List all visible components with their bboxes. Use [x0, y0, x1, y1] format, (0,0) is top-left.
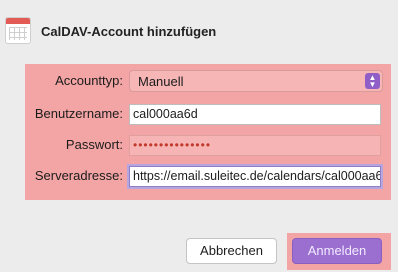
server-address-label: Serveradresse: — [34, 168, 123, 183]
account-type-select[interactable]: Manuell ▲ ▼ — [129, 70, 383, 92]
cancel-button[interactable]: Abbrechen — [186, 238, 277, 264]
account-type-value: Manuell — [138, 74, 184, 89]
username-label: Benutzername: — [34, 106, 123, 121]
password-label: Passwort: — [65, 137, 123, 152]
account-type-label: Accounttyp: — [55, 73, 123, 88]
password-field[interactable]: ••••••••••••••• — [129, 135, 381, 156]
username-field[interactable]: cal000aa6d — [129, 104, 381, 125]
chevron-updown-icon: ▲ ▼ — [365, 73, 380, 89]
calendar-icon — [5, 17, 31, 44]
account-form: Accounttyp: Manuell ▲ ▼ Benutzername: cal… — [25, 64, 391, 200]
login-button[interactable]: Anmelden — [292, 238, 382, 264]
dialog-title: CalDAV-Account hinzufügen — [41, 24, 217, 39]
server-address-field[interactable]: https://email.suleitec.de/calendars/cal0… — [129, 166, 381, 187]
